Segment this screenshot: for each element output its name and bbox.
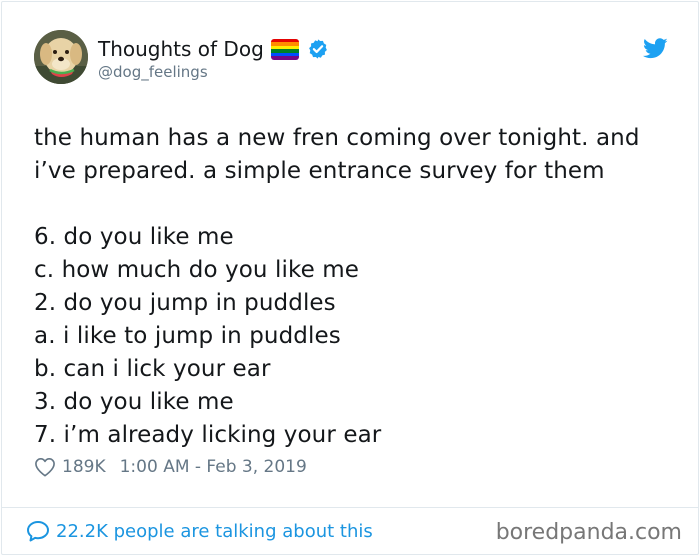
name-row: Thoughts of Dog (98, 36, 329, 62)
tweet-line: 6. do you like me (34, 224, 234, 250)
heart-icon[interactable] (34, 457, 56, 477)
watermark: boredpanda.com (495, 520, 682, 545)
user-handle[interactable]: @dog_feelings (98, 63, 208, 81)
display-name[interactable]: Thoughts of Dog (98, 37, 264, 61)
tweet-card: Thoughts of Dog @dog_feelings the human … (1, 1, 699, 555)
rainbow-flag-icon (270, 38, 299, 60)
verified-badge-icon (308, 39, 327, 59)
twitter-bird-icon[interactable] (643, 38, 668, 59)
talking-about-link[interactable]: 22.2K people are talking about this (26, 520, 373, 542)
tweet-meta: 189K 1:00 AM - Feb 3, 2019 (34, 457, 307, 477)
talking-about-text: 22.2K people are talking about this (56, 520, 373, 542)
dog-avatar-icon (34, 30, 88, 84)
tweet-line: the human has a new fren coming over ton… (34, 125, 640, 151)
footer-divider (2, 507, 698, 508)
tweet-line: b. can i lick your ear (34, 356, 271, 382)
tweet-line: i’ve prepared. a simple entrance survey … (34, 158, 605, 184)
tweet-line: 3. do you like me (34, 389, 234, 415)
tweet-header: Thoughts of Dog @dog_feelings (34, 30, 668, 90)
tweet-line: c. how much do you like me (34, 257, 360, 283)
speech-bubble-icon (27, 521, 49, 542)
avatar[interactable] (34, 30, 88, 84)
tweet-line: 2. do you jump in puddles (34, 290, 336, 316)
tweet-line: 7. i’m already licking your ear (34, 422, 382, 448)
tweet-text: the human has a new fren coming over ton… (34, 122, 674, 452)
tweet-timestamp[interactable]: 1:00 AM - Feb 3, 2019 (120, 457, 307, 477)
like-count[interactable]: 189K (62, 457, 106, 477)
tweet-line: a. i like to jump in puddles (34, 323, 341, 349)
